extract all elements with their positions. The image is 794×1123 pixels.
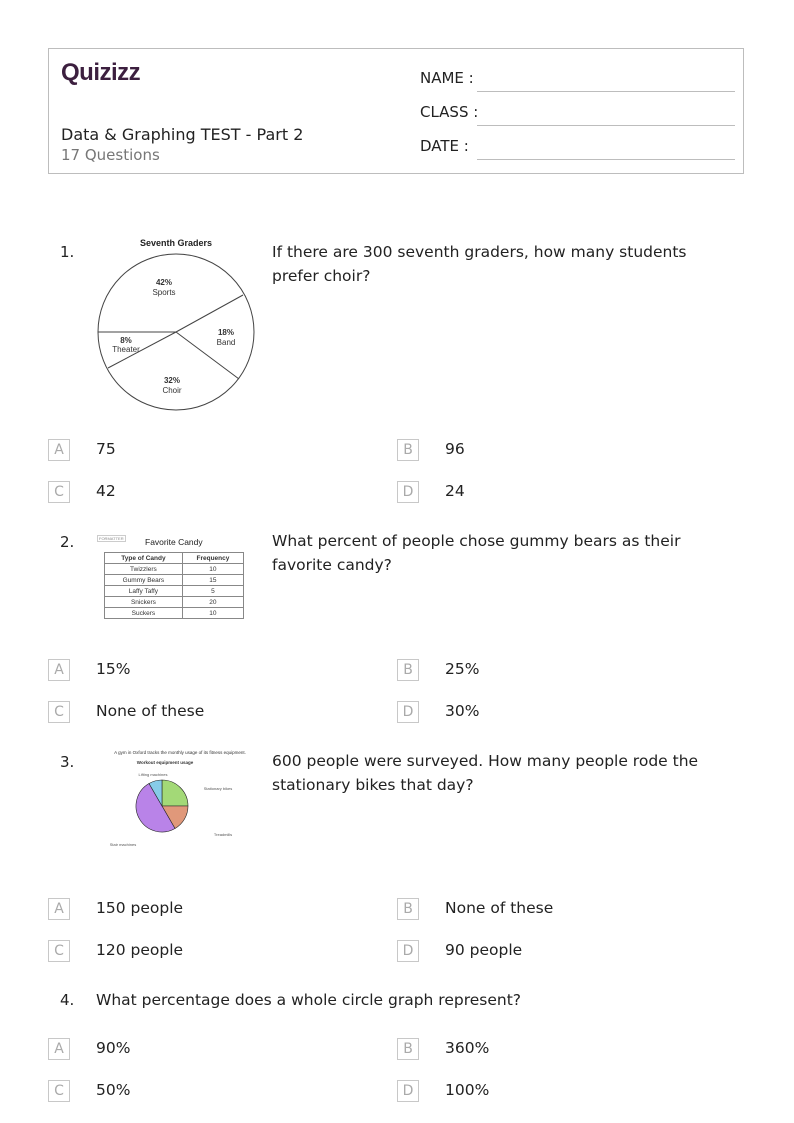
option-letter-box[interactable]: A <box>48 898 70 920</box>
option-letter-box[interactable]: A <box>48 659 70 681</box>
option-letter-box[interactable]: D <box>397 940 419 962</box>
name-field[interactable]: NAME : <box>420 69 735 93</box>
option-value: 100% <box>445 1081 490 1099</box>
option-letter-box[interactable]: A <box>48 439 70 461</box>
cell: 10 <box>181 563 245 575</box>
table-row: Gummy Bears 15 <box>104 574 245 586</box>
option-letter-box[interactable]: D <box>397 1080 419 1102</box>
table-row: Suckers 10 <box>104 607 245 619</box>
worksheet-header: Quizizz Data & Graphing TEST - Part 2 17… <box>48 48 744 174</box>
option-value: 96 <box>445 440 465 458</box>
option-letter-box[interactable]: D <box>397 481 419 503</box>
option-value: 360% <box>445 1039 490 1057</box>
table-row: Laffy Taffy 5 <box>104 585 245 597</box>
date-line[interactable] <box>477 159 735 160</box>
option-letter-box[interactable]: D <box>397 701 419 723</box>
option-letter-box[interactable]: B <box>397 1038 419 1060</box>
slice-label-stationary-bikes: Stationary bikes <box>204 786 232 791</box>
pie-title: Workout equipment usage <box>137 760 194 765</box>
option-letter-box[interactable]: C <box>48 940 70 962</box>
cell: Gummy Bears <box>104 574 183 586</box>
date-field[interactable]: DATE : <box>420 137 735 161</box>
question-number: 1. <box>60 243 75 261</box>
question-text: 600 people were surveyed. How many peopl… <box>272 752 699 794</box>
question-number: 3. <box>60 753 75 771</box>
class-label: CLASS : <box>420 103 479 121</box>
column-header: Frequency <box>181 552 245 564</box>
cell: 20 <box>181 596 245 608</box>
table-title: Favorite Candy <box>145 537 203 547</box>
slice-pct-choir: 32% <box>164 376 180 385</box>
pie-slice-stationary-bikes <box>161 779 189 807</box>
question-number: 2. <box>60 533 75 551</box>
slice-label-stair-machines: Stair machines <box>110 842 136 847</box>
question-text: What percentage does a whole circle grap… <box>96 991 522 1009</box>
quizizz-logo: Quizizz <box>61 59 141 86</box>
option-letter-box[interactable]: C <box>48 1080 70 1102</box>
option-value: 75 <box>96 440 116 458</box>
question-number: 4. <box>60 991 75 1009</box>
option-value: None of these <box>96 702 205 720</box>
option-value: 120 people <box>96 941 184 959</box>
seventh-graders-pie-chart: Seventh Graders 42% Sports 18% Band 32% … <box>97 238 255 411</box>
option-value: None of these <box>445 899 554 917</box>
slice-label-theater: Theater <box>112 345 140 354</box>
class-field[interactable]: CLASS : <box>420 103 735 127</box>
candy-table: Type of Candy Frequency Twizzlers 10 Gummy… <box>104 552 245 619</box>
table-row: Snickers 20 <box>104 596 245 608</box>
cell: Twizzlers <box>104 563 183 575</box>
slice-pct-theater: 8% <box>120 336 132 345</box>
table-row: Twizzlers 10 <box>104 563 245 575</box>
workout-equipment-pie-chart: A gym in Oxford tracks the monthly usage… <box>110 750 246 847</box>
slice-label-sports: Sports <box>152 288 175 297</box>
slice-label-band: Band <box>217 338 236 347</box>
cell: Snickers <box>104 596 183 608</box>
name-line[interactable] <box>477 91 735 92</box>
slice-pct-band: 18% <box>218 328 234 337</box>
option-value: 90 people <box>445 941 523 959</box>
cell: 10 <box>181 607 245 619</box>
option-value: 24 <box>445 482 465 500</box>
cell: Laffy Taffy <box>104 585 183 597</box>
pie-title: Seventh Graders <box>140 238 212 248</box>
option-letter-box[interactable]: B <box>397 439 419 461</box>
option-letter-box[interactable]: C <box>48 701 70 723</box>
slice-label-lifting-machines: Lifting machines <box>139 772 168 777</box>
option-letter-box[interactable]: C <box>48 481 70 503</box>
option-letter-box[interactable]: B <box>397 659 419 681</box>
worksheet-title: Data & Graphing TEST - Part 2 <box>61 125 304 144</box>
date-label: DATE : <box>420 137 469 155</box>
option-value: 90% <box>96 1039 131 1057</box>
cell: Suckers <box>104 607 183 619</box>
question-text: What percent of people chose gummy bears… <box>272 532 681 574</box>
option-value: 50% <box>96 1081 131 1099</box>
slice-pct-sports: 42% <box>156 278 172 287</box>
option-letter-box[interactable]: A <box>48 1038 70 1060</box>
slice-label-treadmills: Treadmills <box>214 832 232 837</box>
option-value: 15% <box>96 660 131 678</box>
cell: 5 <box>181 585 245 597</box>
option-value: 25% <box>445 660 480 678</box>
column-header: Type of Candy <box>104 552 183 564</box>
question-count: 17 Questions <box>61 146 160 164</box>
figure-caption: A gym in Oxford tracks the monthly usage… <box>114 750 246 755</box>
slice-label-choir: Choir <box>162 386 181 395</box>
option-letter-box[interactable]: B <box>397 898 419 920</box>
cell: 15 <box>181 574 245 586</box>
option-value: 150 people <box>96 899 184 917</box>
option-value: 42 <box>96 482 116 500</box>
name-label: NAME : <box>420 69 474 87</box>
figure-tag: FORMATTER <box>97 535 126 542</box>
class-line[interactable] <box>477 125 735 126</box>
option-value: 30% <box>445 702 480 720</box>
question-text: If there are 300 seventh graders, how ma… <box>272 243 687 285</box>
